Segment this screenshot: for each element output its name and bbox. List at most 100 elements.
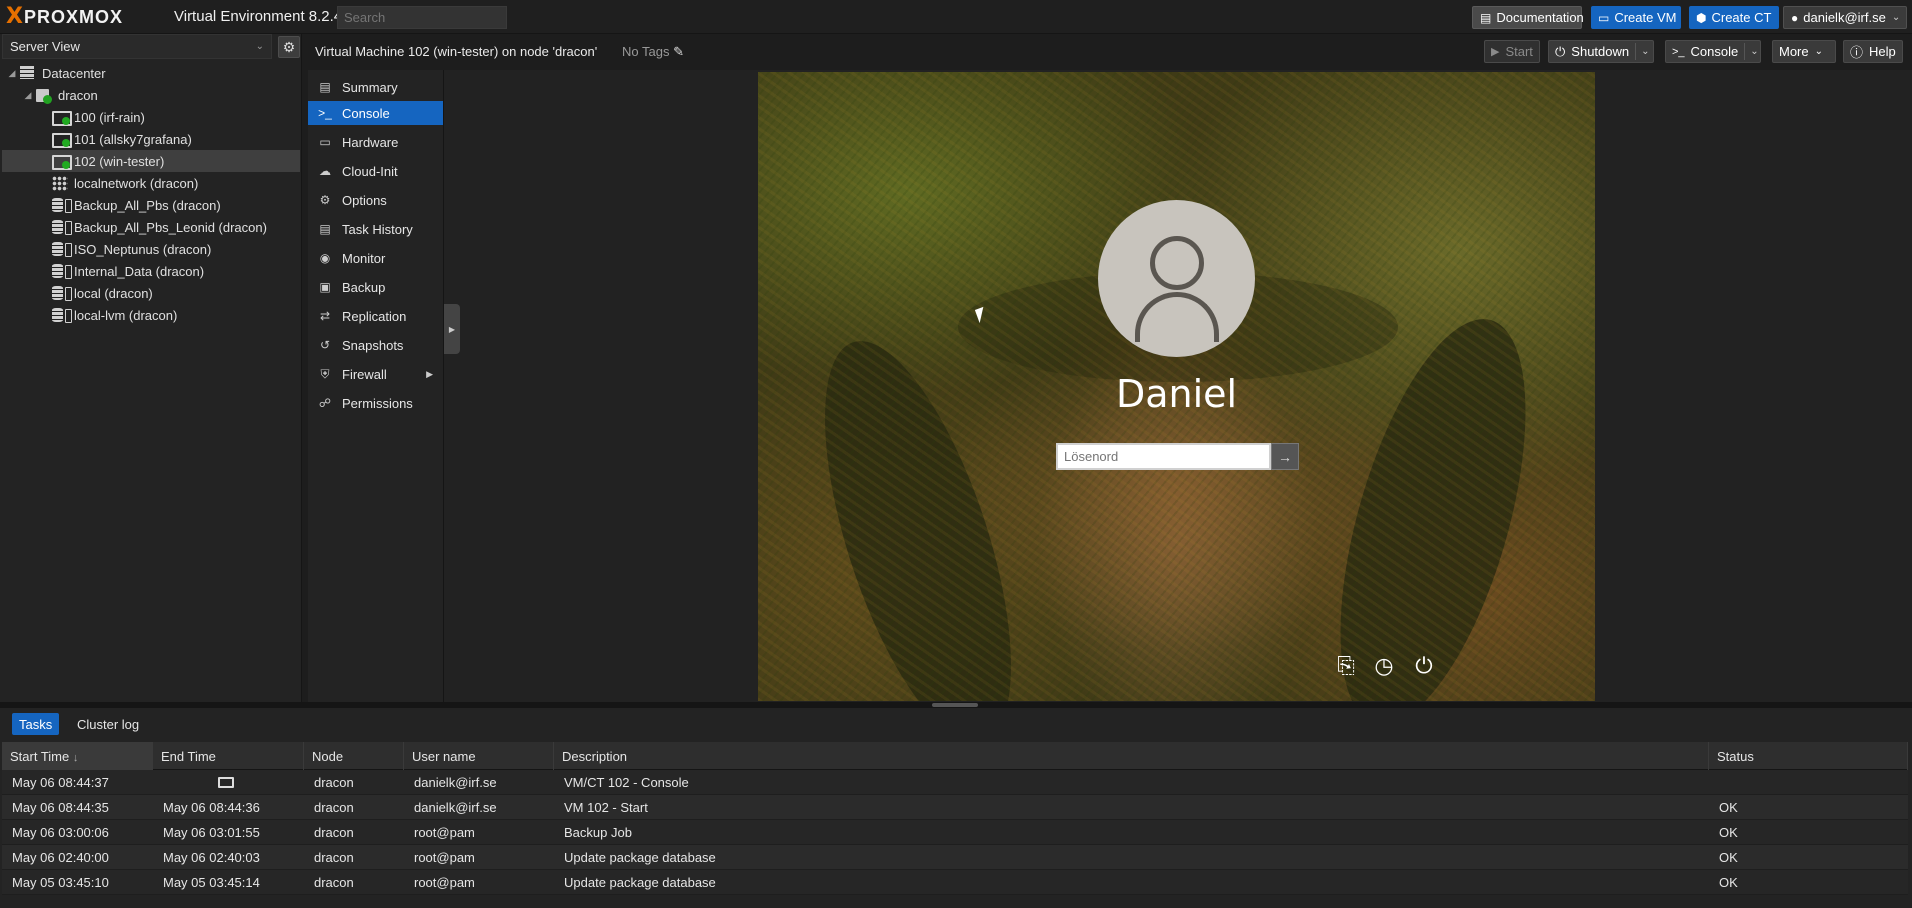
chevron-down-icon[interactable]: ⌄ (1744, 43, 1759, 60)
more-button[interactable]: More ⌄ (1772, 40, 1836, 63)
cell-start-time: May 05 03:45:10 (12, 875, 109, 890)
search-input[interactable] (337, 6, 507, 29)
cell-user: danielk@irf.se (414, 775, 497, 790)
tree-item-storage[interactable]: Backup_All_Pbs_Leonid (dracon) (2, 216, 300, 238)
chevron-down-icon: ⌄ (1891, 12, 1901, 23)
top-toolbar: X PROXMOX Virtual Environment 8.2.4 ▤ Do… (0, 0, 1912, 34)
tree-item-storage[interactable]: local-lvm (dracon) (2, 304, 300, 326)
more-label: More (1779, 44, 1809, 59)
column-header-start-time[interactable]: Start Time ↓ (2, 742, 153, 770)
help-button[interactable]: ⓘ Help (1843, 40, 1903, 63)
tags-editor[interactable]: No Tags ✎ (622, 44, 684, 60)
menu-item-cloud-init[interactable]: ☁ Cloud-Init (308, 159, 443, 183)
menu-item-task-history[interactable]: ▤ Task History (308, 217, 443, 241)
tree-item-label: ISO_Neptunus (dracon) (74, 241, 212, 257)
user-menu-button[interactable]: ● danielk@irf.se ⌄ (1783, 6, 1907, 29)
tree-item-vm[interactable]: 100 (irf-rain) (2, 106, 300, 128)
tree-item-storage[interactable]: Internal_Data (dracon) (2, 260, 300, 282)
cell-user: danielk@irf.se (414, 800, 497, 815)
cloud-icon: ☁ (319, 164, 331, 178)
vm-header: Virtual Machine 102 (win-tester) on node… (308, 38, 1912, 66)
cell-start-time: May 06 02:40:00 (12, 850, 109, 865)
vm-console-screen[interactable]: Daniel → ⎘ ◷ ⏻ (758, 72, 1595, 701)
documentation-label: Documentation (1496, 10, 1584, 25)
cell-status: OK (1719, 825, 1738, 840)
collapse-menu-handle[interactable]: ▶ (444, 304, 460, 354)
tree-item-label: local (dracon) (74, 285, 153, 301)
menu-item-snapshots[interactable]: ↺ Snapshots (308, 333, 443, 357)
submit-arrow-button[interactable]: → (1271, 443, 1299, 470)
tab-tasks[interactable]: Tasks (12, 713, 60, 735)
table-row[interactable]: May 06 08:44:37 dracon danielk@irf.se VM… (2, 770, 1908, 795)
shield-icon: ⛨ (320, 366, 330, 381)
accessibility-icon[interactable]: ◷ (1370, 652, 1398, 680)
column-header-node[interactable]: Node (304, 742, 404, 770)
column-header-end-time[interactable]: End Time (153, 742, 304, 770)
password-field[interactable] (1056, 443, 1271, 470)
menu-item-summary[interactable]: ▤ Summary (308, 75, 443, 99)
tree-item-storage[interactable]: local (dracon) (2, 282, 300, 304)
table-row[interactable]: May 05 03:45:10 May 05 03:45:14 dracon r… (2, 870, 1908, 895)
tree-item-vm[interactable]: 101 (allsky7grafana) (2, 128, 300, 150)
shutdown-label: Shutdown (1571, 44, 1630, 59)
menu-item-hardware[interactable]: ▭ Hardware (308, 130, 443, 154)
menu-item-label: Task History (342, 221, 413, 237)
eye-icon: ◉ (319, 251, 331, 265)
menu-item-permissions[interactable]: ☍ Permissions (308, 391, 443, 415)
menu-item-label: Console (342, 105, 390, 121)
help-label: Help (1869, 44, 1896, 59)
proxmox-logo[interactable]: X PROXMOX (6, 5, 123, 29)
table-row[interactable]: May 06 03:00:06 May 06 03:01:55 dracon r… (2, 820, 1908, 845)
column-header-status[interactable]: Status (1709, 742, 1908, 770)
splitter-grip[interactable] (932, 703, 978, 707)
view-selector[interactable]: Server View ⌄ (2, 34, 272, 59)
node-icon (34, 87, 54, 104)
menu-item-console[interactable]: >_ Console (308, 101, 443, 125)
cell-status (1709, 770, 1908, 795)
column-header-description[interactable]: Description (554, 742, 1709, 770)
terminal-icon: >_ (318, 106, 332, 120)
menu-item-options[interactable]: ⚙ Options (308, 188, 443, 212)
tree-item-label: dracon (58, 87, 98, 103)
cell-status: OK (1719, 800, 1738, 815)
tree-item-network[interactable]: localnetwork (dracon) (2, 172, 300, 194)
create-vm-button[interactable]: ▭ Create VM (1591, 6, 1681, 29)
menu-item-monitor[interactable]: ◉ Monitor (308, 246, 443, 270)
tree-item-label: Backup_All_Pbs_Leonid (dracon) (74, 219, 267, 235)
console-button[interactable]: >_ Console ⌄ (1665, 40, 1761, 63)
tree-item-node[interactable]: ◢ dracon (2, 84, 300, 106)
storage-icon (50, 285, 72, 301)
network-icon[interactable]: ⎘ (1332, 652, 1360, 680)
cell-node: dracon (314, 850, 354, 865)
unlock-icon: ☍ (318, 396, 332, 410)
expand-toggle-icon[interactable]: ◢ (22, 90, 34, 101)
user-label: danielk@irf.se (1803, 10, 1886, 25)
vm-running-icon (50, 153, 72, 170)
menu-item-backup[interactable]: ▣ Backup (308, 275, 443, 299)
tree-item-datacenter[interactable]: ◢ Datacenter (2, 62, 300, 84)
tab-cluster-log[interactable]: Cluster log (70, 713, 146, 735)
cell-user: root@pam (414, 850, 475, 865)
cell-description: VM 102 - Start (564, 800, 648, 815)
tags-label: No Tags (622, 44, 670, 59)
table-body: May 06 08:44:37 dracon danielk@irf.se VM… (2, 770, 1908, 895)
create-ct-button[interactable]: ⬢ Create CT (1689, 6, 1779, 29)
gear-icon[interactable]: ⚙ (278, 36, 300, 58)
table-row[interactable]: May 06 08:44:35 May 06 08:44:36 dracon d… (2, 795, 1908, 820)
tree-item-storage[interactable]: Backup_All_Pbs (dracon) (2, 194, 300, 216)
column-header-user-name[interactable]: User name (404, 742, 554, 770)
menu-item-firewall[interactable]: ⛨ Firewall ▶ (308, 362, 443, 386)
tree-item-vm-selected[interactable]: 102 (win-tester) (2, 150, 300, 172)
shutdown-button[interactable]: ⏻ Shutdown ⌄ (1548, 40, 1654, 63)
cell-node: dracon (314, 825, 354, 840)
start-button[interactable]: ▶ Start (1484, 40, 1540, 63)
tree-item-storage[interactable]: ISO_Neptunus (dracon) (2, 238, 300, 260)
expand-toggle-icon[interactable]: ◢ (6, 68, 18, 79)
menu-item-replication[interactable]: ⇄ Replication (308, 304, 443, 328)
documentation-button[interactable]: ▤ Documentation (1472, 6, 1584, 29)
pencil-icon[interactable]: ✎ (673, 44, 684, 59)
chevron-down-icon[interactable]: ⌄ (1635, 43, 1650, 60)
table-row[interactable]: May 06 02:40:00 May 06 02:40:03 dracon r… (2, 845, 1908, 870)
tree-item-label: 101 (allsky7grafana) (74, 131, 192, 147)
power-icon[interactable]: ⏻ (1410, 652, 1438, 680)
